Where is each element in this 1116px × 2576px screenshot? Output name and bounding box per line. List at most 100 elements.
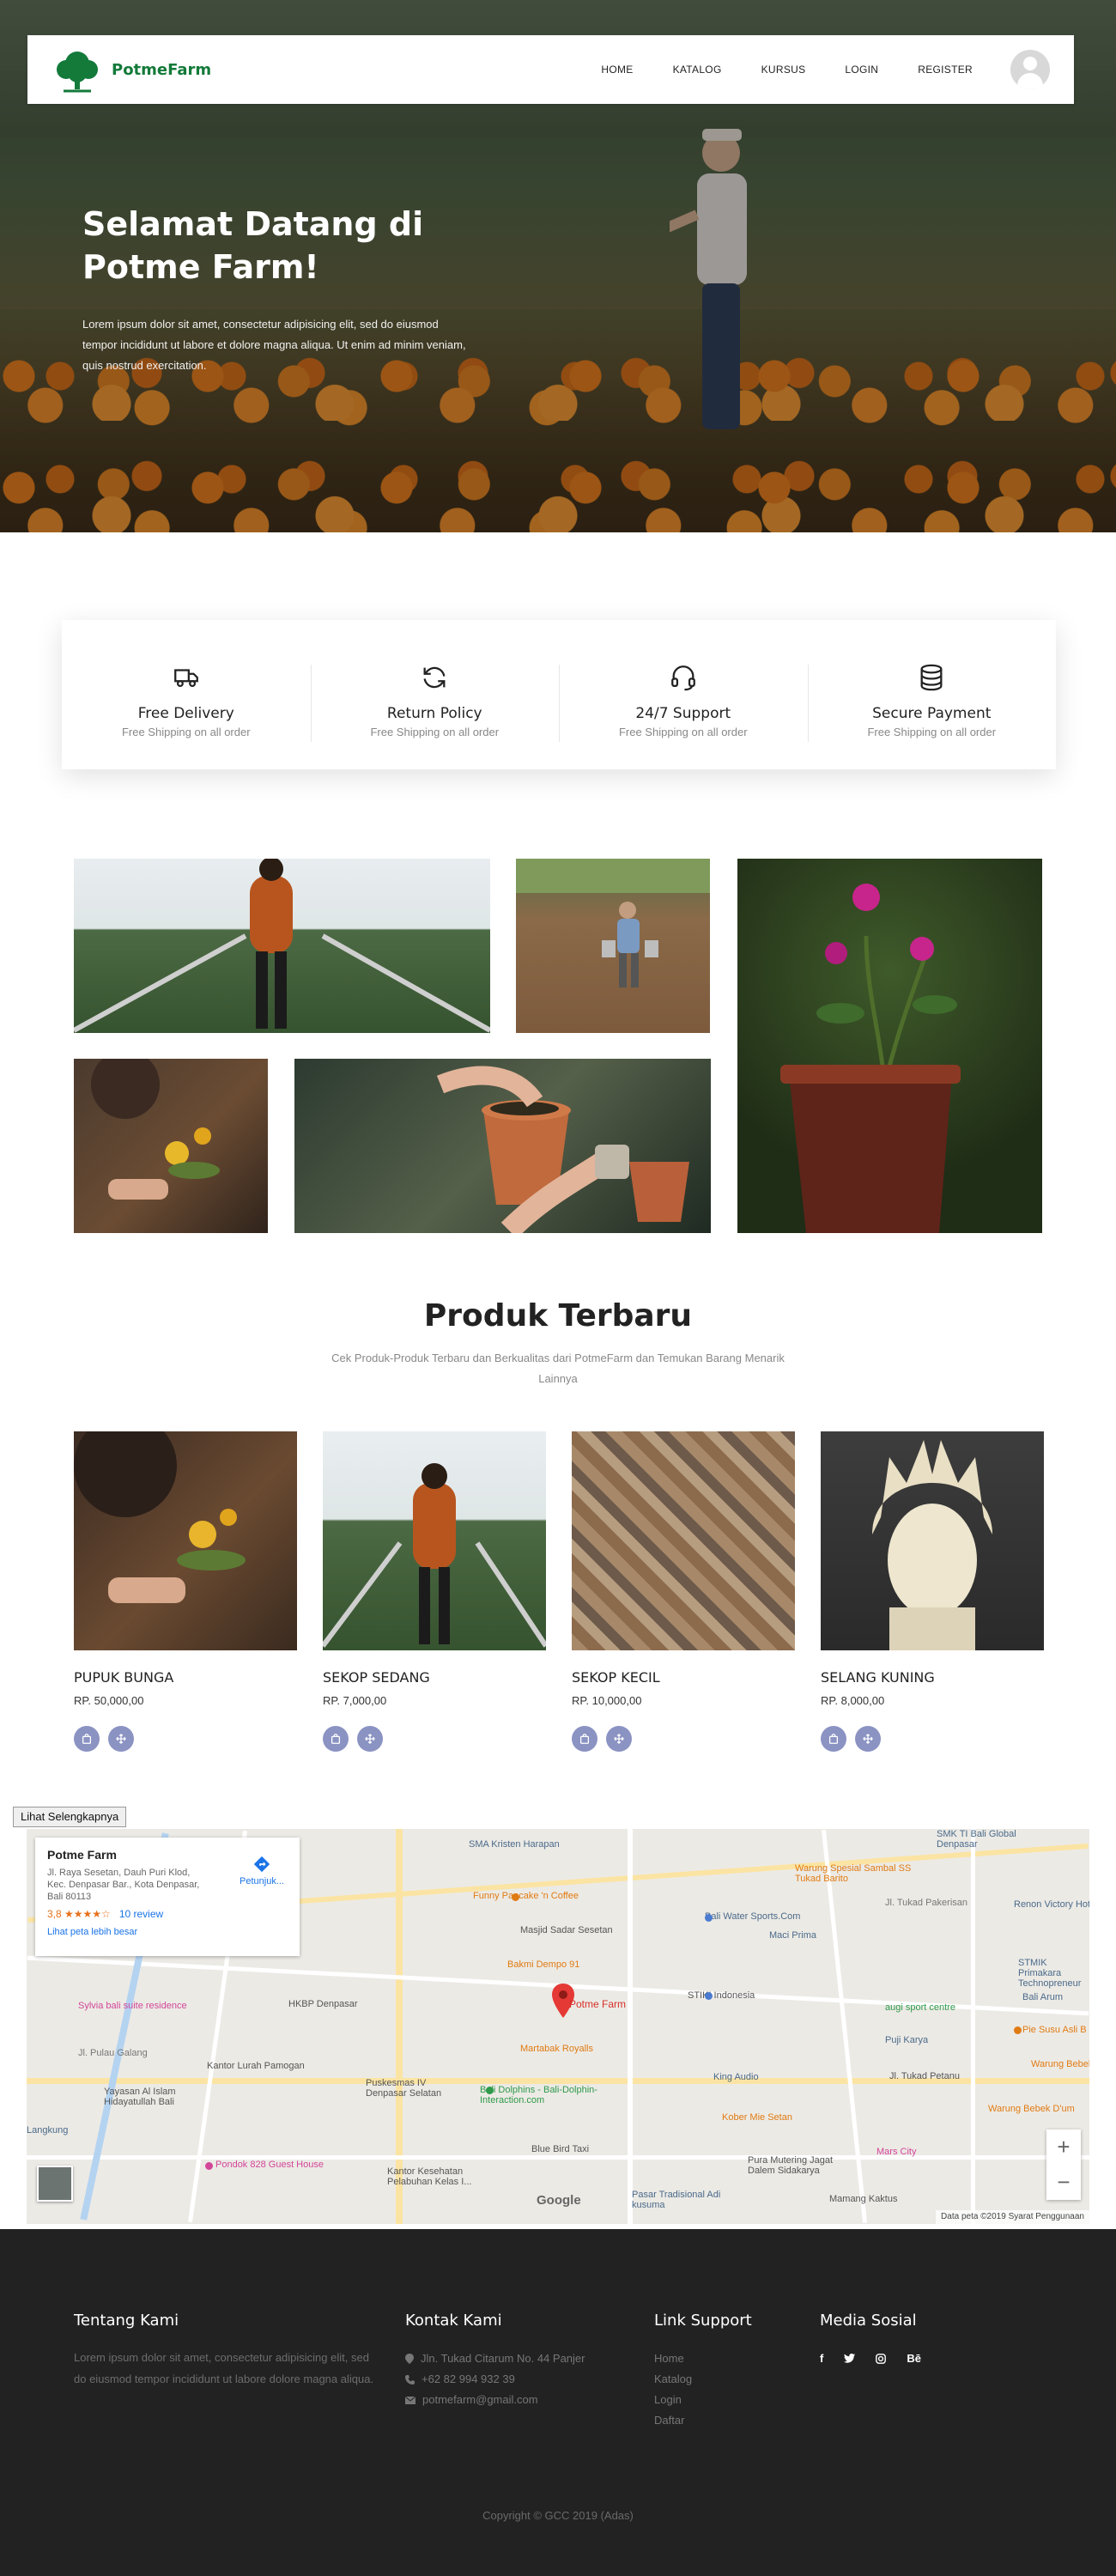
- map-label: HKBP Denpasar: [288, 1999, 358, 2009]
- gallery-photo-farmer-field: [516, 859, 710, 1033]
- nav-register[interactable]: REGISTER: [918, 64, 973, 76]
- product-actions: [323, 1726, 546, 1752]
- features-bar: Free Delivery Free Shipping on all order…: [62, 620, 1056, 769]
- product-name[interactable]: SELANG KUNING: [821, 1669, 1044, 1686]
- product-price: RP. 50,000,00: [74, 1694, 144, 1707]
- products-section-subtitle: Cek Produk-Produk Terbaru dan Berkualita…: [331, 1352, 785, 1385]
- nav-login[interactable]: LOGIN: [845, 64, 878, 76]
- behance-icon[interactable]: Bē: [907, 2352, 921, 2365]
- product-price: RP. 10,000,00: [572, 1694, 642, 1707]
- place-address: Jl. Raya Sesetan, Dauh Puri Klod, Kec. D…: [47, 1868, 200, 1902]
- contact-email[interactable]: potmefarm@gmail.com: [405, 2390, 628, 2410]
- product-image[interactable]: [572, 1431, 795, 1650]
- view-details-button[interactable]: [108, 1726, 134, 1752]
- footer-contact: Kontak Kami Jln. Tukad Citarum No. 44 Pa…: [405, 2312, 628, 2410]
- footer-contact-title: Kontak Kami: [405, 2312, 502, 2330]
- database-icon: [920, 664, 943, 691]
- footer-link-login[interactable]: Login: [654, 2390, 792, 2410]
- instagram-icon[interactable]: [876, 2353, 887, 2364]
- map-label: Warung Bebek D'um: [988, 2104, 1075, 2114]
- product-card[interactable]: SEKOP SEDANG RP. 7,000,00: [320, 1431, 549, 1752]
- headset-icon: [670, 665, 695, 691]
- add-to-cart-button[interactable]: [323, 1726, 349, 1752]
- directions-icon: [253, 1856, 270, 1873]
- navbar: PotmeFarm HOME KATALOG KURSUS LOGIN REGI…: [27, 35, 1074, 104]
- reviews-link[interactable]: 10 review: [119, 1908, 163, 1920]
- map-poi[interactable]: [205, 2162, 213, 2170]
- map-poi[interactable]: [486, 2087, 494, 2094]
- add-to-cart-button[interactable]: [74, 1726, 100, 1752]
- product-card[interactable]: SEKOP KECIL RP. 10,000,00: [572, 1431, 795, 1752]
- map-pin-icon: [405, 2354, 414, 2364]
- product-name[interactable]: SEKOP SEDANG: [323, 1669, 546, 1686]
- nav-home[interactable]: HOME: [601, 64, 633, 76]
- map-label: Pasar Tradisional Adi kusuma: [632, 2190, 721, 2210]
- feature-free-delivery: Free Delivery Free Shipping on all order: [62, 647, 311, 742]
- google-map[interactable]: SMA Kristen Harapan Funny Pancake 'n Cof…: [27, 1829, 1089, 2224]
- view-details-button[interactable]: [357, 1726, 383, 1752]
- twitter-icon[interactable]: [844, 2354, 856, 2363]
- map-label: STIKI Indonesia: [688, 1990, 755, 2001]
- map-poi[interactable]: [512, 1893, 519, 1901]
- map-label: Langkung: [27, 2125, 69, 2136]
- map-label: King Audio: [713, 2072, 759, 2082]
- map-poi[interactable]: [705, 1992, 713, 2000]
- feature-subtitle: Free Shipping on all order: [618, 726, 748, 738]
- map-label: Renon Victory Hotel: [1014, 1899, 1089, 1910]
- map-label: Pura Mutering Jagat Dalem Sidakarya: [748, 2155, 834, 2176]
- footer: Tentang Kami Lorem ipsum dolor sit amet,…: [0, 2229, 1116, 2576]
- map-attribution[interactable]: Data peta ©2019 Syarat Penggunaan: [936, 2210, 1089, 2224]
- copyright: Copyright © GCC 2019 (Adas): [482, 2509, 634, 2522]
- refresh-icon: [423, 666, 446, 689]
- feature-title: Return Policy: [386, 705, 482, 722]
- map-label: Pie Susu Asli B: [1022, 2025, 1087, 2035]
- map-label: Bakmi Dempo 91: [507, 1959, 580, 1970]
- logo[interactable]: PotmeFarm: [52, 46, 211, 93]
- footer-link-home[interactable]: Home: [654, 2348, 792, 2369]
- map-label: Sylvia bali suite residence: [78, 2001, 187, 2011]
- zoom-controls: + −: [1046, 2129, 1081, 2200]
- products-section-title: Produk Terbaru: [423, 1298, 693, 1334]
- view-details-button[interactable]: [606, 1726, 632, 1752]
- map-label: Kantor Lurah Pamogan: [207, 2061, 305, 2071]
- zoom-in-button[interactable]: +: [1046, 2129, 1081, 2165]
- product-image[interactable]: [320, 1431, 549, 1650]
- map-poi[interactable]: [1014, 2026, 1022, 2034]
- product-price: RP. 7,000,00: [323, 1694, 387, 1707]
- product-name[interactable]: SEKOP KECIL: [572, 1669, 795, 1686]
- map-label: Funny Pancake 'n Coffee: [473, 1891, 579, 1901]
- product-name[interactable]: PUPUK BUNGA: [74, 1669, 297, 1686]
- bag-icon: [579, 1734, 590, 1744]
- map-type-toggle[interactable]: [37, 2166, 73, 2202]
- gallery-photo-gardening: [74, 1059, 268, 1233]
- view-details-button[interactable]: [855, 1726, 881, 1752]
- product-image[interactable]: [74, 1431, 297, 1650]
- add-to-cart-button[interactable]: [821, 1726, 846, 1752]
- product-card[interactable]: SELANG KUNING RP. 8,000,00: [821, 1431, 1044, 1752]
- product-card[interactable]: PUPUK BUNGA RP. 50,000,00: [74, 1431, 297, 1752]
- add-to-cart-button[interactable]: [572, 1726, 597, 1752]
- map-label: Jl. Pulau Galang: [78, 2048, 148, 2058]
- directions-label: Petunjuk...: [240, 1876, 284, 1886]
- footer-link-daftar[interactable]: Daftar: [654, 2410, 792, 2431]
- product-actions: [572, 1726, 795, 1752]
- facebook-icon[interactable]: f: [820, 2352, 823, 2365]
- view-more-button[interactable]: Lihat Selengkapnya: [13, 1807, 127, 1827]
- nav-katalog[interactable]: KATALOG: [673, 64, 722, 76]
- zoom-out-button[interactable]: −: [1046, 2165, 1081, 2200]
- footer-link-katalog[interactable]: Katalog: [654, 2369, 792, 2390]
- directions-button[interactable]: Petunjuk...: [240, 1855, 284, 1886]
- user-avatar-icon[interactable]: [1010, 50, 1050, 89]
- map-poi[interactable]: [705, 1914, 713, 1922]
- phone-icon: [405, 2374, 415, 2385]
- map-label: Martabak Royalls: [520, 2044, 593, 2054]
- product-image[interactable]: [821, 1431, 1044, 1650]
- rating-stars: 3,8 ★★★★☆: [47, 1908, 111, 1920]
- bigger-map-link[interactable]: Lihat peta lebih besar: [47, 1927, 288, 1937]
- truck-icon: [173, 669, 198, 688]
- nav-kursus[interactable]: KURSUS: [761, 64, 806, 76]
- map-label: Mamang Kaktus: [829, 2194, 898, 2204]
- brand-name: PotmeFarm: [112, 60, 212, 79]
- feature-subtitle: Free Shipping on all order: [121, 726, 251, 738]
- map-label: Kantor Kesehatan Pelabuhan Kelas I...: [387, 2166, 472, 2187]
